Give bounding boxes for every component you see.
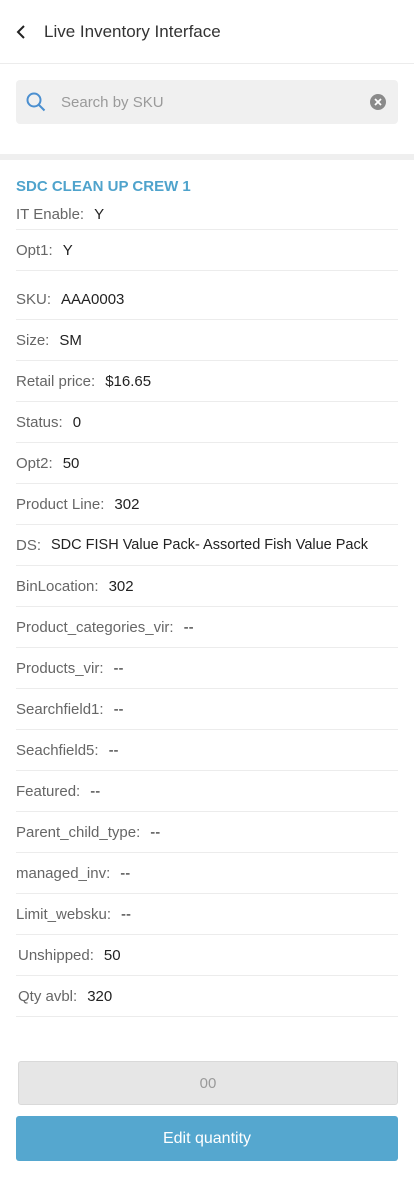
detail-value: -- [183,618,194,636]
quantity-value: 00 [199,1074,217,1092]
search-input[interactable] [59,92,370,112]
detail-label: Featured: [16,782,81,800]
detail-value: -- [121,905,132,923]
detail-row-opt1: Opt1: Y [16,230,398,271]
detail-label: Size: [16,331,50,349]
search-bar[interactable] [16,80,398,124]
detail-row-parent-child-type: Parent_child_type: -- [16,812,398,853]
app-header: Live Inventory Interface [0,0,414,64]
detail-value: 302 [114,495,140,513]
detail-row-managed-inv: managed_inv: -- [16,853,398,894]
detail-label: Retail price: [16,372,96,390]
detail-value: Y [62,241,73,259]
detail-label: Searchfield1: [16,700,104,718]
detail-row-unshipped: Unshipped: 50 [16,935,398,976]
detail-row-limit-websku: Limit_websku: -- [16,894,398,935]
detail-label: Qty avbl: [18,987,78,1005]
detail-row-seachfield5: Seachfield5: -- [16,730,398,771]
detail-value: -- [120,864,131,882]
product-card: SDC CLEAN UP CREW 1 IT Enable: Y Opt1: Y… [16,160,398,1017]
detail-label: Parent_child_type: [16,823,141,841]
page-title: Live Inventory Interface [44,21,221,41]
detail-label: Product Line: [16,495,105,513]
detail-label: SKU: [16,290,52,308]
detail-row-products-vir: Products_vir: -- [16,648,398,689]
detail-value: 0 [72,413,82,431]
detail-row-sku: SKU: AAA0003 [16,279,398,320]
detail-row-searchfield1: Searchfield1: -- [16,689,398,730]
detail-label: Limit_websku: [16,905,112,923]
edit-quantity-label: Edit quantity [162,1129,252,1147]
detail-label: Seachfield5: [16,741,99,759]
detail-value: -- [90,782,101,800]
detail-row-product-categories-vir: Product_categories_vir: -- [16,607,398,648]
detail-label: DS: [16,536,42,554]
detail-value: -- [113,700,124,718]
quantity-input[interactable]: 00 [18,1061,398,1105]
detail-label: Opt2: [16,454,53,472]
detail-value: AAA0003 [61,290,125,308]
detail-row-ds: DS: SDC FISH Value Pack- Assorted Fish V… [16,525,398,566]
detail-label: BinLocation: [16,577,99,595]
back-arrow-icon[interactable] [16,24,28,40]
detail-value: -- [108,741,119,759]
detail-row-retail-price: Retail price: $16.65 [16,361,398,402]
detail-value: 320 [87,987,113,1005]
detail-value: SDC FISH Value Pack- Assorted Fish Value… [51,537,368,553]
detail-row-bin-location: BinLocation: 302 [16,566,398,607]
detail-label: Products_vir: [16,659,104,677]
search-icon [26,92,46,112]
detail-value: SM [59,331,82,349]
detail-value: -- [113,659,124,677]
detail-value: -- [150,823,161,841]
detail-row-status: Status: 0 [16,402,398,443]
detail-label: Product_categories_vir: [16,618,174,636]
detail-row-featured: Featured: -- [16,771,398,812]
detail-value: 302 [108,577,134,595]
detail-label: managed_inv: [16,864,111,882]
detail-value: 50 [62,454,80,472]
detail-value: 50 [103,946,121,964]
edit-quantity-button[interactable]: Edit quantity [16,1116,398,1161]
detail-row-qty-avbl: Qty avbl: 320 [16,976,398,1017]
detail-label: Unshipped: [18,946,94,964]
detail-row-size: Size: SM [16,320,398,361]
detail-value: $16.65 [105,372,152,390]
detail-row-opt2: Opt2: 50 [16,443,398,484]
detail-label: Opt1: [16,241,53,259]
detail-label: Status: [16,413,63,431]
detail-row-product-line: Product Line: 302 [16,484,398,525]
clear-search-icon[interactable] [370,94,386,110]
search-container [0,64,414,124]
